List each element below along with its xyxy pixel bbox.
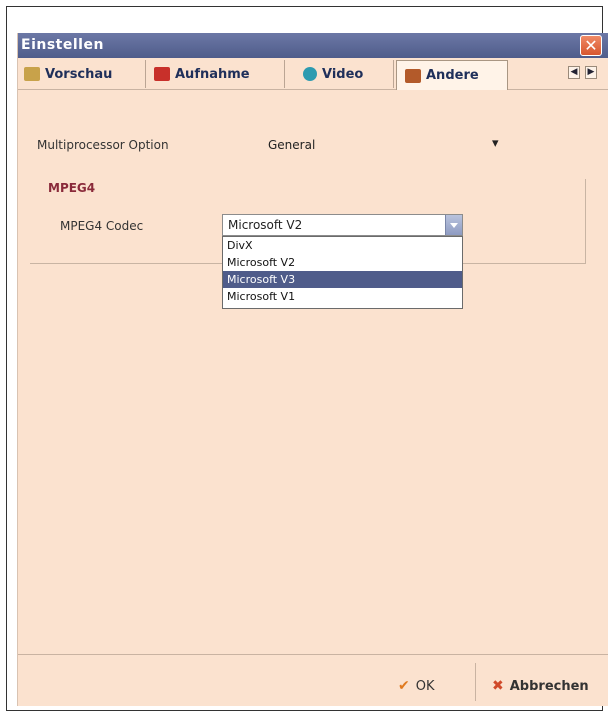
tab-vorschau[interactable]: Vorschau bbox=[20, 60, 146, 88]
dropdown-option-microsoft-v3[interactable]: Microsoft V3 bbox=[223, 271, 462, 288]
chevron-down-icon: ▾ bbox=[492, 136, 499, 151]
mpeg4-codec-select[interactable]: Microsoft V2 bbox=[222, 214, 463, 236]
cancel-x-icon: ✖ bbox=[492, 678, 504, 694]
mpeg4-codec-value: Microsoft V2 bbox=[228, 218, 303, 232]
preview-icon bbox=[24, 67, 40, 81]
close-icon: ✕ bbox=[584, 36, 598, 55]
dropdown-arrow-icon[interactable] bbox=[445, 215, 462, 235]
dropdown-option-microsoft-v1[interactable]: Microsoft V1 bbox=[223, 288, 462, 305]
mpeg4-group-title: MPEG4 bbox=[48, 181, 96, 195]
tab-scroll-right-button[interactable]: ▶ bbox=[585, 66, 597, 79]
dropdown-option-divx[interactable]: DivX bbox=[223, 237, 462, 254]
cancel-label: Abbrechen bbox=[509, 678, 589, 694]
film-icon bbox=[154, 67, 170, 81]
tab-video[interactable]: Video bbox=[289, 60, 394, 88]
chevron-left-icon: ◀ bbox=[570, 67, 578, 77]
ok-label: OK bbox=[415, 678, 435, 694]
mpeg4-codec-label: MPEG4 Codec bbox=[60, 219, 144, 233]
multiprocessor-select[interactable]: General ▾ bbox=[262, 135, 504, 155]
tab-label: Aufnahme bbox=[175, 66, 250, 82]
window-title: Einstellen bbox=[21, 37, 104, 53]
multiprocessor-value: General bbox=[268, 138, 316, 152]
tab-strip: Vorschau Aufnahme Video Andere ◀ ▶ bbox=[18, 58, 608, 90]
ok-button[interactable]: ✔ OK bbox=[398, 674, 435, 698]
tab-label: Vorschau bbox=[45, 66, 113, 82]
cancel-button[interactable]: ✖ Abbrechen bbox=[492, 674, 589, 698]
codec-dropdown-list: DivX Microsoft V2 Microsoft V3 Microsoft… bbox=[222, 236, 463, 309]
settings-icon bbox=[405, 68, 421, 83]
title-bar: Einstellen ✕ bbox=[18, 33, 608, 58]
dialog-footer: ✔ OK ✖ Abbrechen bbox=[18, 654, 608, 706]
tab-aufnahme[interactable]: Aufnahme bbox=[148, 60, 285, 88]
close-button[interactable]: ✕ bbox=[580, 35, 602, 56]
dropdown-option-microsoft-v2[interactable]: Microsoft V2 bbox=[223, 254, 462, 271]
chevron-right-icon: ▶ bbox=[587, 67, 595, 77]
video-icon bbox=[303, 67, 317, 81]
tab-andere[interactable]: Andere bbox=[396, 60, 508, 90]
settings-dialog: Einstellen ✕ Vorschau Aufnahme Video And… bbox=[17, 33, 608, 706]
tab-scroll-left-button[interactable]: ◀ bbox=[568, 66, 580, 79]
multiprocessor-label: Multiprocessor Option bbox=[37, 138, 169, 152]
tab-label: Video bbox=[322, 66, 364, 82]
footer-divider bbox=[475, 663, 476, 701]
checkmark-icon: ✔ bbox=[398, 678, 410, 694]
tab-label: Andere bbox=[426, 68, 479, 83]
